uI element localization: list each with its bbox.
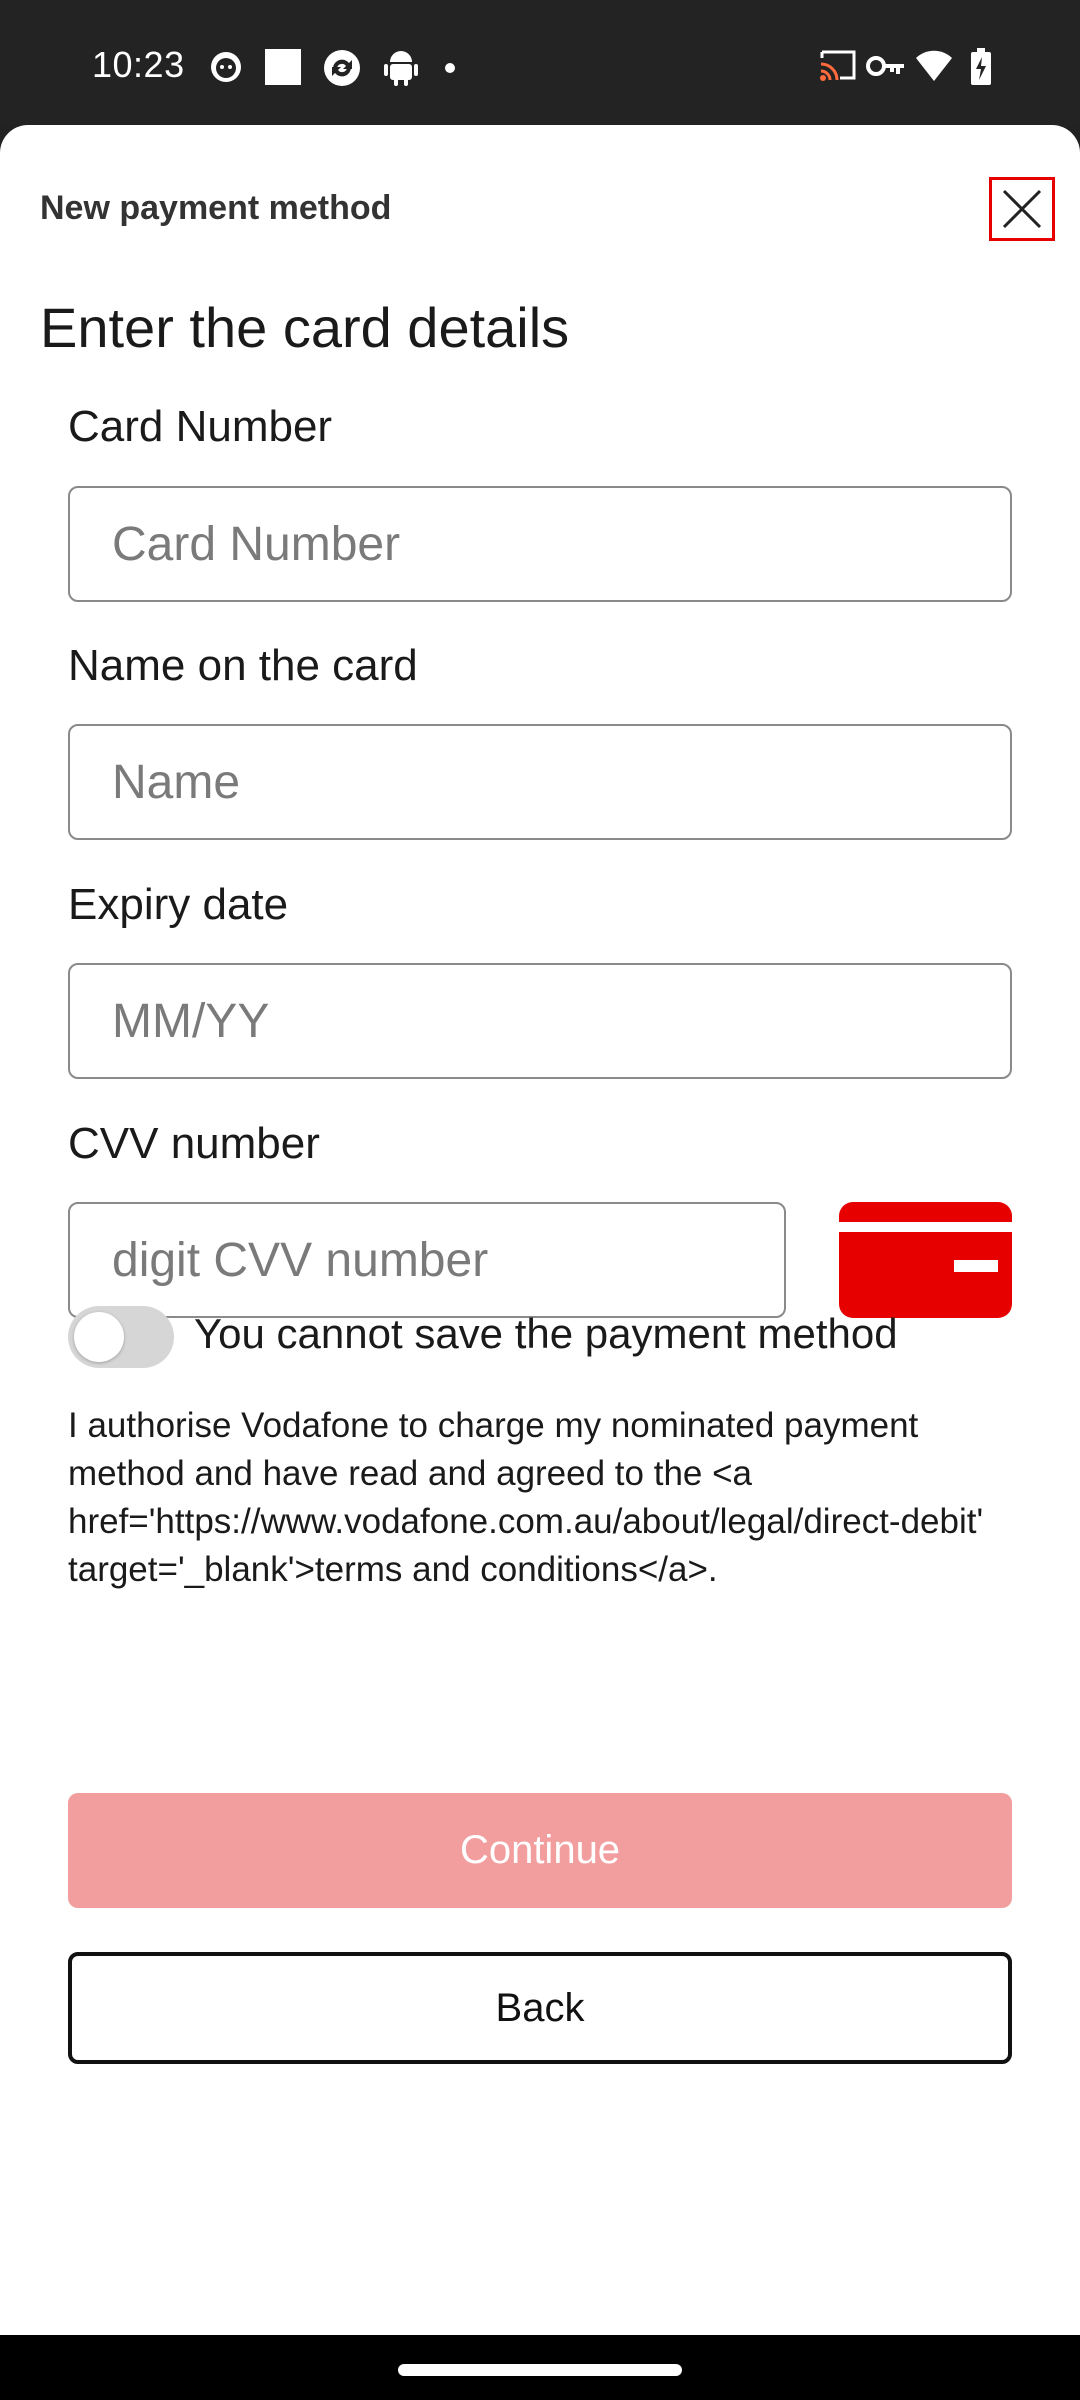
cvv-input[interactable]: digit CVV number: [68, 1202, 786, 1318]
name-input[interactable]: Name: [68, 724, 1012, 840]
back-button[interactable]: Back: [68, 1952, 1012, 2064]
name-label: Name on the card: [68, 641, 418, 690]
expiry-label: Expiry date: [68, 880, 289, 929]
cvv-placeholder: digit CVV number: [112, 1233, 489, 1287]
battery-charging-icon: [971, 48, 991, 85]
sheet-title: New payment method: [40, 189, 392, 227]
status-time: 10:23: [92, 44, 185, 85]
card-number-input[interactable]: Card Number: [68, 486, 1012, 602]
save-payment-label: You cannot save the payment method: [194, 1310, 898, 1357]
name-placeholder: Name: [112, 755, 241, 809]
home-gesture-handle[interactable]: [398, 2364, 682, 2376]
continue-button[interactable]: Continue: [68, 1793, 1012, 1908]
dot-icon: [445, 63, 455, 73]
continue-button-label: Continue: [459, 1828, 621, 1872]
back-button-label: Back: [495, 1985, 585, 2030]
sync-icon: [324, 50, 360, 86]
close-icon: [1002, 189, 1042, 229]
status-bar: 10:23: [0, 0, 1080, 125]
cvv-label: CVV number: [68, 1119, 320, 1168]
expiry-placeholder: MM/YY: [112, 994, 270, 1048]
cat-notification-icon: [211, 52, 241, 82]
credit-card-icon: [839, 1202, 1012, 1318]
wifi-icon: [916, 50, 952, 81]
save-payment-toggle[interactable]: [68, 1306, 174, 1368]
vpn-key-icon: [866, 56, 904, 76]
android-icon: [384, 51, 418, 86]
legal-authorisation-text: I authorise Vodafone to charge my nomina…: [68, 1406, 984, 1589]
close-button[interactable]: [989, 177, 1055, 241]
card-number-label: Card Number: [68, 402, 333, 451]
toggle-knob: [74, 1312, 124, 1362]
square-icon: [265, 49, 301, 85]
expiry-input[interactable]: MM/YY: [68, 963, 1012, 1079]
cast-icon: [820, 50, 856, 81]
page-heading: Enter the card details: [40, 296, 570, 359]
card-number-placeholder: Card Number: [112, 517, 401, 571]
